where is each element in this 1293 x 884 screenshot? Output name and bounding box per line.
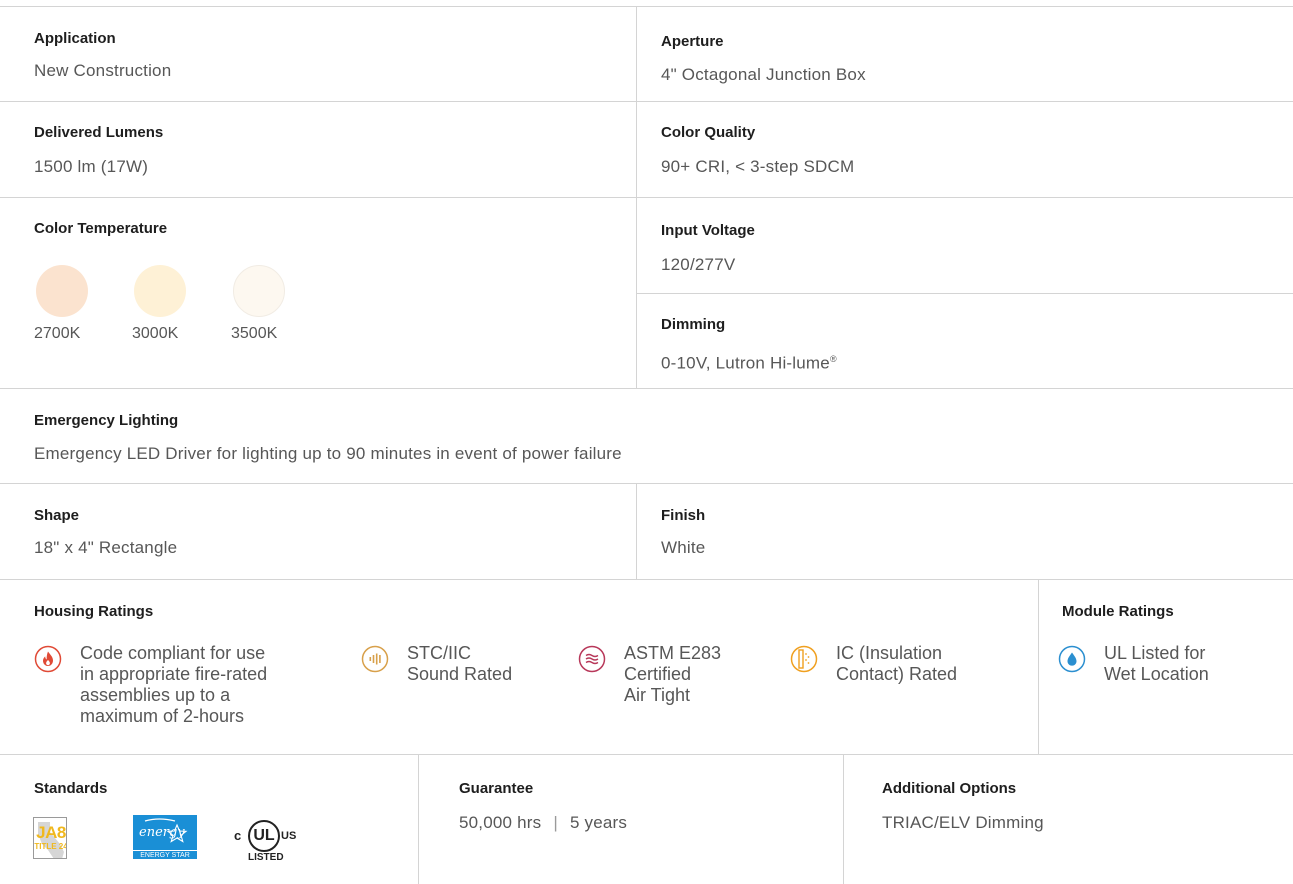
swatch-label: 3000K bbox=[132, 325, 179, 342]
shape-label: Shape bbox=[34, 507, 80, 524]
ul-circle: UL bbox=[248, 820, 280, 852]
application-value: New Construction bbox=[34, 61, 172, 80]
ul-us-text: us bbox=[281, 830, 297, 842]
color-quality-cell: Color Quality 90+ CRI, < 3-step SDCM bbox=[661, 124, 854, 178]
energy-star-logo: energy ENERGY STAR bbox=[133, 815, 197, 859]
housing-ratings-label: Housing Ratings bbox=[34, 603, 154, 620]
swatch-label: 2700K bbox=[34, 325, 81, 342]
row-divider bbox=[0, 101, 1293, 102]
ul-listed-logo: c UL us LISTED bbox=[232, 815, 300, 863]
swatch-2700k bbox=[36, 265, 88, 317]
spec-sheet: Application New Construction Aperture 4"… bbox=[0, 0, 1293, 884]
color-quality-label: Color Quality bbox=[661, 124, 756, 141]
row-divider bbox=[0, 754, 1293, 755]
swatch-label: 3500K bbox=[231, 325, 278, 342]
row-divider bbox=[637, 293, 1293, 294]
rating-sound: STC/IIC Sound Rated bbox=[361, 643, 512, 685]
housing-ratings-cell: Housing Ratings bbox=[34, 603, 153, 621]
rating-wet-location: UL Listed for Wet Location bbox=[1058, 643, 1209, 685]
dimming-label: Dimming bbox=[661, 316, 726, 333]
rating-sound-text: STC/IIC Sound Rated bbox=[407, 643, 513, 684]
column-divider bbox=[843, 754, 844, 884]
module-ratings-cell: Module Ratings bbox=[1062, 603, 1174, 621]
finish-cell: Finish White bbox=[661, 507, 705, 559]
row-divider bbox=[0, 388, 1293, 389]
row-divider bbox=[0, 197, 1293, 198]
delivered-lumens-label: Delivered Lumens bbox=[34, 124, 164, 141]
rating-insulation: IC (Insulation Contact) Rated bbox=[790, 643, 957, 685]
water-drop-icon bbox=[1058, 645, 1086, 673]
column-divider bbox=[418, 754, 419, 884]
swatch-3500k bbox=[233, 265, 285, 317]
registered-mark: ® bbox=[829, 354, 837, 364]
rating-wet-location-text: UL Listed for Wet Location bbox=[1104, 643, 1209, 684]
column-divider bbox=[636, 483, 637, 579]
aperture-label: Aperture bbox=[661, 33, 724, 50]
finish-value: White bbox=[661, 538, 706, 557]
input-voltage-cell: Input Voltage 120/277V bbox=[661, 222, 755, 276]
standards-label: Standards bbox=[34, 780, 108, 797]
emergency-label: Emergency Lighting bbox=[34, 412, 179, 429]
sound-icon bbox=[361, 645, 389, 673]
guarantee-value: 50,000 hrs | 5 years bbox=[459, 812, 627, 834]
color-temperature-label: Color Temperature bbox=[34, 220, 168, 237]
color-quality-value: 90+ CRI, < 3-step SDCM bbox=[661, 157, 855, 176]
ul-listed-text: LISTED bbox=[248, 852, 284, 863]
row-divider bbox=[0, 6, 1293, 7]
rating-air-text: ASTM E283 Certified Air Tight bbox=[624, 643, 722, 705]
rating-air: ASTM E283 Certified Air Tight bbox=[578, 643, 721, 706]
column-divider bbox=[636, 6, 637, 388]
module-ratings-label: Module Ratings bbox=[1062, 603, 1174, 620]
input-voltage-value: 120/277V bbox=[661, 255, 736, 274]
energy-star-caption: ENERGY STAR bbox=[133, 850, 197, 859]
finish-label: Finish bbox=[661, 507, 706, 524]
title24-text: TITLE 24 bbox=[34, 842, 67, 851]
emergency-cell: Emergency Lighting Emergency LED Driver … bbox=[34, 412, 622, 465]
rating-fire: Code compliant for use in appropriate fi… bbox=[34, 643, 267, 727]
rating-insulation-text: IC (Insulation Contact) Rated bbox=[836, 643, 958, 684]
delivered-lumens-cell: Delivered Lumens 1500 lm (17W) bbox=[34, 124, 163, 178]
aperture-cell: Aperture 4" Octagonal Junction Box bbox=[661, 33, 866, 86]
energy-script-text: energy bbox=[139, 825, 185, 840]
ul-mark-text: UL bbox=[253, 827, 275, 844]
ja8-text: JA8 bbox=[36, 823, 66, 842]
insulation-icon bbox=[790, 645, 818, 673]
guarantee-cell: Guarantee 50,000 hrs | 5 years bbox=[459, 780, 627, 834]
ja8-title24-logo: JA8 TITLE 24 bbox=[33, 817, 67, 859]
additional-options-cell: Additional Options TRIAC/ELV Dimming bbox=[882, 780, 1044, 834]
air-icon bbox=[578, 645, 606, 673]
application-cell: Application New Construction bbox=[34, 30, 171, 82]
additional-options-label: Additional Options bbox=[882, 780, 1017, 797]
guarantee-separator: | bbox=[553, 813, 558, 832]
dimming-value: 0-10V, Lutron Hi-lume bbox=[661, 353, 830, 373]
dimming-cell: Dimming 0-10V, Lutron Hi-lume® bbox=[661, 316, 837, 375]
guarantee-years: 5 years bbox=[569, 813, 628, 832]
rating-fire-text: Code compliant for use in appropriate fi… bbox=[80, 643, 268, 726]
row-divider bbox=[0, 579, 1293, 580]
guarantee-label: Guarantee bbox=[459, 780, 534, 797]
aperture-value: 4" Octagonal Junction Box bbox=[661, 65, 866, 84]
additional-options-value: TRIAC/ELV Dimming bbox=[882, 813, 1044, 832]
input-voltage-label: Input Voltage bbox=[661, 222, 755, 239]
flame-icon bbox=[34, 645, 62, 673]
application-label: Application bbox=[34, 30, 116, 47]
shape-value: 18" x 4" Rectangle bbox=[34, 538, 178, 557]
dimming-value-line: 0-10V, Lutron Hi-lume® bbox=[661, 348, 837, 375]
color-temperature-cell: Color Temperature bbox=[34, 220, 167, 238]
ul-c-text: c bbox=[234, 828, 242, 843]
row-divider bbox=[0, 483, 1293, 484]
guarantee-hours: 50,000 hrs bbox=[459, 813, 542, 832]
standards-cell: Standards bbox=[34, 780, 107, 798]
column-divider bbox=[1038, 579, 1039, 754]
delivered-lumens-value: 1500 lm (17W) bbox=[34, 157, 149, 176]
shape-cell: Shape 18" x 4" Rectangle bbox=[34, 507, 177, 559]
emergency-value: Emergency LED Driver for lighting up to … bbox=[34, 444, 622, 463]
swatch-3000k bbox=[134, 265, 186, 317]
